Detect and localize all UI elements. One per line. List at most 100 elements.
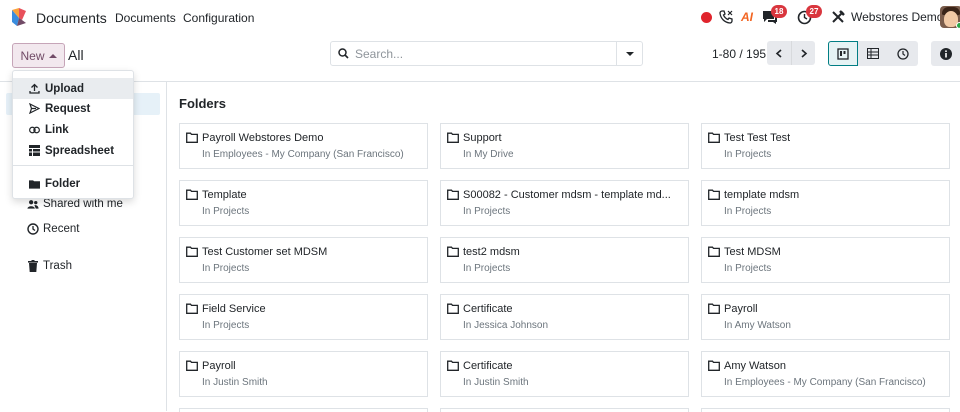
activity-clock-icon[interactable]: 27 xyxy=(795,5,822,26)
folder-outline-icon xyxy=(447,303,459,314)
folder-name: Test Test Test xyxy=(724,132,791,144)
menu-item-request[interactable]: Request xyxy=(13,98,133,119)
folder-location: In Projects xyxy=(724,149,772,160)
pager-previous-button[interactable] xyxy=(767,41,791,65)
breadcrumb: All xyxy=(68,47,84,63)
folder-card[interactable]: Test Customer set MDSM In Projects xyxy=(179,237,428,283)
activity-view-button[interactable] xyxy=(888,41,918,66)
chat-icon[interactable]: 18 xyxy=(761,5,787,26)
folder-outline-icon xyxy=(708,303,720,314)
menu-item-label: Folder xyxy=(45,177,81,190)
details-panel-button[interactable] xyxy=(931,41,960,66)
app-name[interactable]: Documents xyxy=(36,10,107,26)
folder-card[interactable]: Support In My Drive xyxy=(440,123,689,169)
kanban-view-button[interactable] xyxy=(828,41,858,66)
link-icon xyxy=(29,124,40,135)
trash-icon xyxy=(27,260,39,272)
folder-name: Payroll Webstores Demo xyxy=(202,132,324,144)
new-button[interactable]: New xyxy=(12,43,65,68)
folder-name: Certificate xyxy=(463,360,513,372)
folder-card[interactable]: Test MDSM In Projects xyxy=(701,237,950,283)
folder-icon xyxy=(29,178,40,189)
folder-outline-icon xyxy=(186,132,198,143)
folder-location: In My Drive xyxy=(463,149,514,160)
menu-item-folder[interactable]: Folder xyxy=(13,173,133,194)
recording-icon[interactable] xyxy=(700,8,712,26)
folder-outline-icon xyxy=(708,189,720,200)
caret-down-icon xyxy=(625,51,634,56)
phone-icon[interactable] xyxy=(718,8,734,26)
menu-documents[interactable]: Documents xyxy=(115,11,176,25)
pager-value[interactable]: 1-80 / 195 xyxy=(712,47,766,61)
search-icon xyxy=(331,48,355,59)
menu-item-link[interactable]: Link xyxy=(13,119,133,140)
folder-outline-icon xyxy=(447,189,459,200)
folder-card[interactable]: Payroll In Amy Watson xyxy=(701,294,950,340)
folder-card[interactable]: S00082 - Customer mdsm - template md... I… xyxy=(440,180,689,226)
chat-count-badge: 18 xyxy=(771,5,787,18)
folder-card[interactable]: test2 mdsm In Projects xyxy=(440,237,689,283)
folder-name: template mdsm xyxy=(724,189,800,201)
spreadsheet-icon xyxy=(29,145,40,156)
chevron-right-icon xyxy=(800,48,807,58)
clock-icon xyxy=(27,223,39,235)
documents-app-icon[interactable] xyxy=(10,7,28,27)
folder-outline-icon xyxy=(186,360,198,371)
folder-card[interactable]: Certificate In Justin Smith xyxy=(440,351,689,397)
folder-card[interactable] xyxy=(440,408,689,412)
folder-card[interactable]: Amy Watson In Employees - My Company (San… xyxy=(701,351,950,397)
folder-location: In Justin Smith xyxy=(202,377,268,388)
menu-item-upload[interactable]: Upload xyxy=(13,78,133,99)
folder-name: test2 mdsm xyxy=(463,246,520,258)
list-icon xyxy=(867,48,879,59)
ai-icon[interactable]: AI xyxy=(739,8,755,26)
online-status-icon xyxy=(956,22,960,28)
search-options-toggle[interactable] xyxy=(616,42,642,65)
folder-card[interactable]: Certificate In Jessica Johnson xyxy=(440,294,689,340)
folder-card[interactable] xyxy=(701,408,950,412)
folder-name: Test Customer set MDSM xyxy=(202,246,328,258)
folder-card[interactable]: Field Service In Projects xyxy=(179,294,428,340)
info-icon xyxy=(939,47,952,60)
sidebar-item-shared[interactable]: Shared with me xyxy=(27,198,123,210)
sidebar-item-recent[interactable]: Recent xyxy=(27,223,79,235)
folder-card[interactable]: template mdsm In Projects xyxy=(701,180,950,226)
kanban-icon xyxy=(837,47,849,60)
menu-item-label: Link xyxy=(45,123,69,136)
folder-name: Payroll xyxy=(724,303,758,315)
menu-configuration[interactable]: Configuration xyxy=(183,11,254,25)
upload-icon xyxy=(29,83,40,94)
folder-card[interactable]: Template In Projects xyxy=(179,180,428,226)
list-view-button[interactable] xyxy=(858,41,888,66)
folder-card[interactable] xyxy=(179,408,428,412)
menu-item-spreadsheet[interactable]: Spreadsheet xyxy=(13,140,133,161)
folder-outline-icon xyxy=(708,360,720,371)
tools-icon[interactable] xyxy=(830,8,846,26)
folder-name: Support xyxy=(463,132,502,144)
folder-card[interactable]: Test Test Test In Projects xyxy=(701,123,950,169)
folder-location: In Projects xyxy=(463,263,511,274)
user-avatar[interactable] xyxy=(940,6,960,28)
folder-name: Amy Watson xyxy=(724,360,786,372)
folder-outline-icon xyxy=(447,360,459,371)
activity-count-badge: 27 xyxy=(806,5,822,18)
folder-name: Template xyxy=(202,189,247,201)
folder-outline-icon xyxy=(708,246,720,257)
clock-icon xyxy=(897,47,909,60)
sidebar-item-label: Trash xyxy=(43,260,72,272)
folder-card[interactable]: Payroll In Justin Smith xyxy=(179,351,428,397)
sidebar-item-trash[interactable]: Trash xyxy=(27,260,72,272)
folder-location: In Projects xyxy=(724,206,772,217)
menu-divider xyxy=(13,165,133,166)
folder-location: In Projects xyxy=(202,206,250,217)
search-input[interactable] xyxy=(355,43,616,64)
section-title: Folders xyxy=(179,96,226,111)
company-switcher[interactable]: Webstores Demo xyxy=(851,10,943,24)
folder-name: Test MDSM xyxy=(724,246,781,258)
folder-outline-icon xyxy=(447,132,459,143)
folder-location: In Jessica Johnson xyxy=(463,320,549,331)
folder-outline-icon xyxy=(186,303,198,314)
send-icon xyxy=(29,103,40,114)
pager-next-button[interactable] xyxy=(791,41,815,65)
folder-card[interactable]: Payroll Webstores Demo In Employees - My … xyxy=(179,123,428,169)
